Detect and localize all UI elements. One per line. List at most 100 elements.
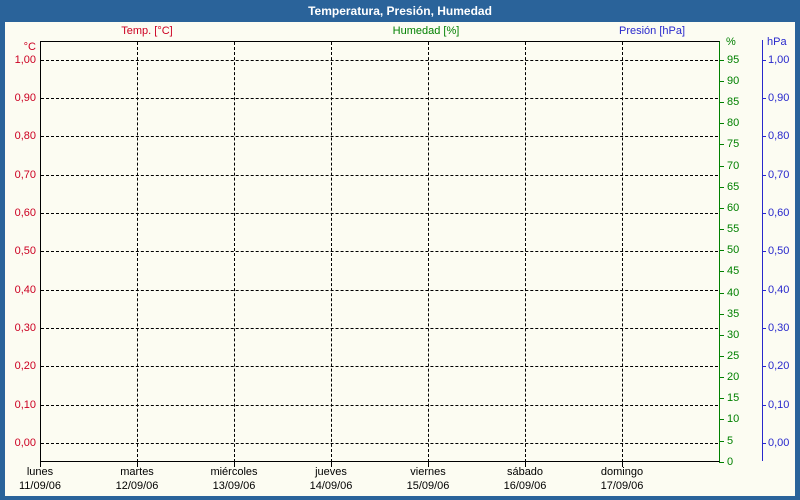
- v-gridline: [622, 42, 623, 462]
- h-gridline: [41, 60, 718, 61]
- humidity-axis-tick-label: 95: [727, 54, 740, 66]
- humidity-axis-tick-label: 25: [727, 350, 740, 362]
- humidity-axis-tick: [719, 166, 724, 167]
- date-label: 16/09/06: [503, 480, 547, 492]
- humidity-axis-tick: [719, 356, 724, 357]
- pressure-axis-tick-label: 0,60: [768, 207, 790, 219]
- h-gridline: [41, 251, 718, 252]
- chart-window: Temperatura, Presión, Humedad Temp. [°C]…: [0, 0, 800, 500]
- humidity-axis-tick-label: 20: [727, 371, 740, 383]
- legend-humidity: Humedad [%]: [392, 25, 460, 37]
- humidity-axis-tick: [719, 462, 724, 463]
- pressure-axis-tick-label: 0,90: [768, 92, 790, 104]
- humidity-axis-tick: [719, 271, 724, 272]
- humidity-axis-tick: [719, 293, 724, 294]
- legend-temp: Temp. [°C]: [121, 25, 173, 37]
- temp-axis-tick-label: 0,30: [14, 322, 36, 334]
- humidity-axis-tick: [719, 377, 724, 378]
- h-gridline: [41, 328, 718, 329]
- humidity-axis-tick-label: 45: [727, 265, 740, 277]
- humidity-axis-tick: [719, 335, 724, 336]
- humidity-axis-tick-label: 35: [727, 308, 740, 320]
- v-gridline: [137, 42, 138, 462]
- humidity-axis-tick-label: 10: [727, 413, 740, 425]
- day-label: jueves: [315, 466, 347, 478]
- humidity-axis-tick-label: 55: [727, 223, 740, 235]
- humidity-axis-tick: [719, 314, 724, 315]
- day-label: miércoles: [210, 466, 258, 478]
- temp-axis-tick-label: 0,10: [14, 399, 36, 411]
- pressure-axis-tick-label: 0,00: [768, 437, 790, 449]
- h-gridline: [41, 443, 718, 444]
- h-gridline: [41, 213, 718, 214]
- chart-title: Temperatura, Presión, Humedad: [308, 4, 492, 18]
- date-label: 12/09/06: [115, 480, 159, 492]
- pressure-axis-tick-label: 0,40: [768, 284, 790, 296]
- humidity-axis-tick-label: 30: [727, 329, 740, 341]
- humidity-axis-unit: %: [726, 36, 736, 48]
- pressure-axis-tick-label: 0,50: [768, 245, 790, 257]
- humidity-axis-tick: [719, 419, 724, 420]
- pressure-axis-tick: [762, 251, 766, 252]
- temp-axis-tick-label: 0,20: [14, 360, 36, 372]
- temp-axis-tick-label: 0,60: [14, 207, 36, 219]
- pressure-axis-unit: hPa: [767, 36, 787, 48]
- temp-axis-tick-label: 0,40: [14, 284, 36, 296]
- date-label: 17/09/06: [600, 480, 644, 492]
- day-label: viernes: [410, 466, 446, 478]
- humidity-axis-tick: [719, 60, 724, 61]
- v-gridline: [428, 42, 429, 462]
- humidity-axis-tick: [719, 229, 724, 230]
- humidity-axis-tick-label: 85: [727, 96, 740, 108]
- humidity-axis-tick: [719, 144, 724, 145]
- day-label: lunes: [26, 466, 54, 478]
- window-border-right: [795, 22, 800, 500]
- temp-axis-tick-label: 0,00: [14, 437, 36, 449]
- temp-axis-tick-label: 1,00: [14, 54, 36, 66]
- pressure-axis-tick: [762, 60, 766, 61]
- pressure-axis-tick: [762, 175, 766, 176]
- humidity-axis-tick: [719, 398, 724, 399]
- pressure-axis-tick: [762, 98, 766, 99]
- humidity-axis-tick-label: 70: [727, 160, 740, 172]
- h-gridline: [41, 98, 718, 99]
- humidity-axis-tick-label: 0: [727, 456, 734, 468]
- humidity-axis-tick-label: 80: [727, 117, 740, 129]
- humidity-axis-tick-label: 90: [727, 75, 740, 87]
- date-label: 14/09/06: [309, 480, 353, 492]
- pressure-axis-tick: [762, 136, 766, 137]
- pressure-axis-tick: [762, 443, 766, 444]
- pressure-axis-tick-label: 1,00: [768, 54, 790, 66]
- h-gridline: [41, 290, 718, 291]
- date-label: 13/09/06: [212, 480, 256, 492]
- date-label: 15/09/06: [406, 480, 450, 492]
- temp-axis-tick-label: 0,80: [14, 130, 36, 142]
- pressure-axis-tick-label: 0,20: [768, 360, 790, 372]
- pressure-axis-tick: [762, 405, 766, 406]
- humidity-axis-tick-label: 60: [727, 202, 740, 214]
- humidity-axis-tick: [719, 208, 724, 209]
- day-label: domingo: [600, 466, 644, 478]
- h-gridline: [41, 366, 718, 367]
- humidity-axis-tick: [719, 187, 724, 188]
- pressure-axis-tick-label: 0,80: [768, 130, 790, 142]
- pressure-axis-tick-label: 0,10: [768, 399, 790, 411]
- humidity-axis-tick-label: 5: [727, 435, 734, 447]
- humidity-axis-tick: [719, 441, 724, 442]
- day-label: martes: [120, 466, 154, 478]
- window-border-bottom: [0, 496, 800, 500]
- h-gridline: [41, 175, 718, 176]
- h-gridline: [41, 136, 718, 137]
- pressure-axis-tick-label: 0,30: [768, 322, 790, 334]
- title-bar: Temperatura, Presión, Humedad: [0, 0, 800, 22]
- v-gridline: [525, 42, 526, 462]
- pressure-axis-tick-label: 0,70: [768, 169, 790, 181]
- humidity-axis-tick: [719, 102, 724, 103]
- day-label: sábado: [506, 466, 544, 478]
- humidity-axis-tick-label: 40: [727, 287, 740, 299]
- pressure-axis-tick: [762, 366, 766, 367]
- humidity-axis-tick: [719, 81, 724, 82]
- humidity-axis-tick-label: 75: [727, 138, 740, 150]
- v-gridline: [331, 42, 332, 462]
- humidity-axis-tick-label: 65: [727, 181, 740, 193]
